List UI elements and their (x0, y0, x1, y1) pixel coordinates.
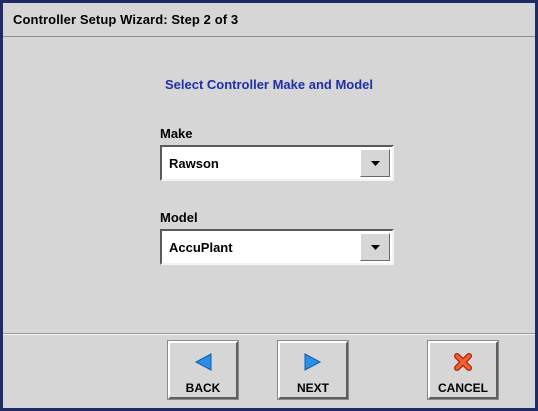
page-heading: Select Controller Make and Model (164, 77, 374, 92)
model-value: AccuPlant (169, 240, 233, 255)
model-dropdown[interactable]: AccuPlant (160, 229, 394, 265)
back-button-label: BACK (185, 381, 221, 395)
make-value: Rawson (169, 156, 219, 171)
cancel-button-label: CANCEL (438, 381, 488, 395)
model-label: Model (160, 210, 198, 225)
chevron-down-icon (371, 161, 380, 166)
make-label: Make (160, 126, 193, 141)
next-button[interactable]: NEXT (277, 340, 349, 400)
arrow-left-icon (170, 352, 236, 372)
make-dropdown[interactable]: Rawson (160, 145, 394, 181)
next-button-label: NEXT (296, 381, 329, 395)
back-button[interactable]: BACK (167, 340, 239, 400)
wizard-window: Controller Setup Wizard: Step 2 of 3 Sel… (3, 3, 535, 408)
model-dropdown-button[interactable] (360, 233, 390, 261)
chevron-down-icon (371, 245, 380, 250)
title-bar: Controller Setup Wizard: Step 2 of 3 (3, 3, 535, 37)
make-dropdown-button[interactable] (360, 149, 390, 177)
arrow-right-icon (280, 352, 346, 372)
footer-divider (3, 333, 535, 335)
window-title: Controller Setup Wizard: Step 2 of 3 (13, 12, 239, 27)
close-x-icon (430, 352, 496, 372)
cancel-button[interactable]: CANCEL (427, 340, 499, 400)
